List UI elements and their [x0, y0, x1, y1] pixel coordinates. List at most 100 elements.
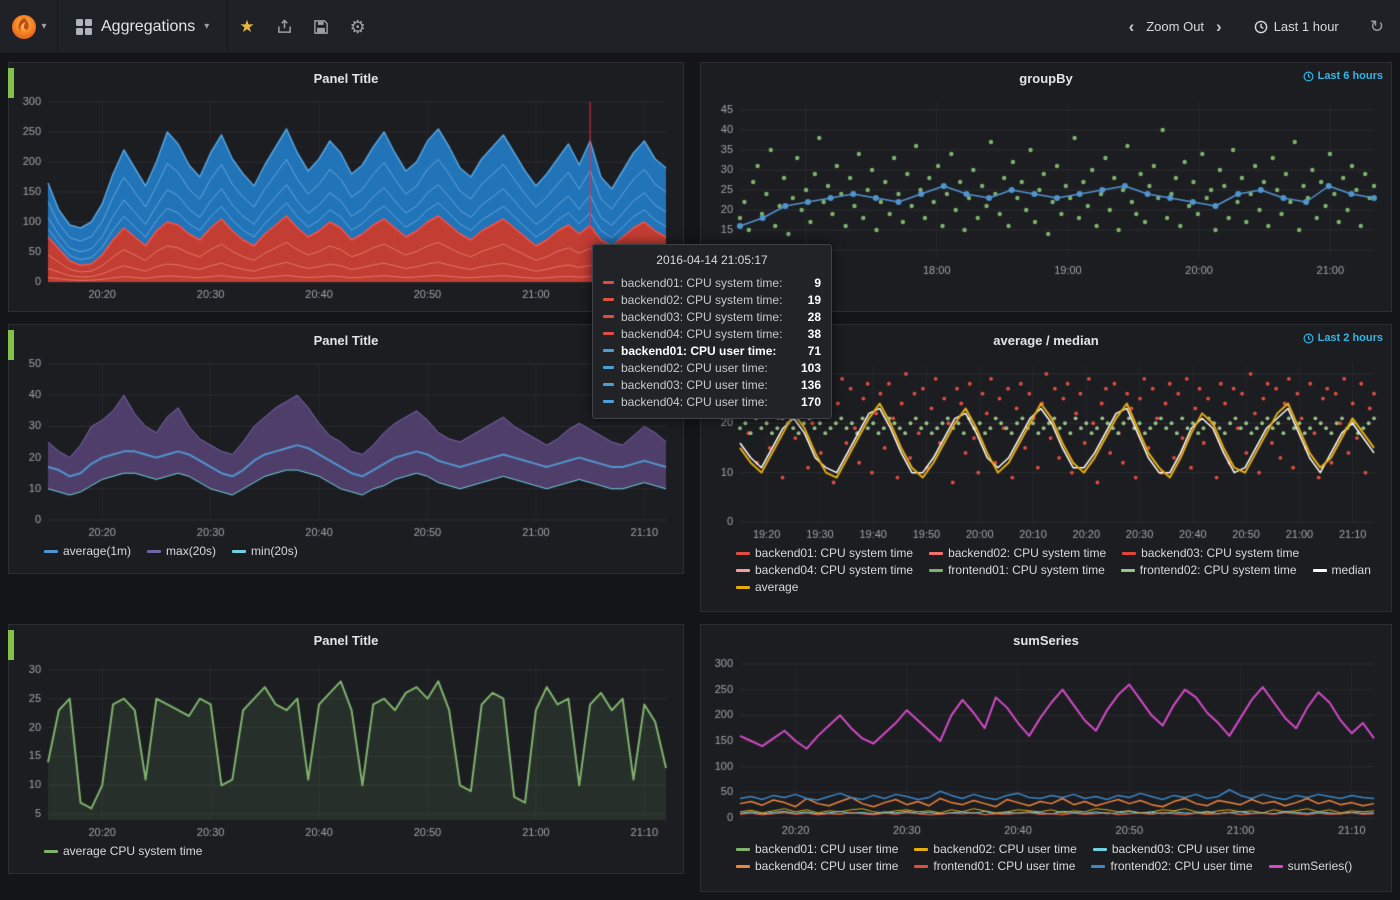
- legend-series-label: frontend01: CPU system time: [948, 563, 1105, 577]
- grafana-logo-icon: [10, 13, 38, 41]
- graph-canvas[interactable]: [14, 654, 678, 842]
- graph-tooltip: 2016-04-14 21:05:17 backend01: CPU syste…: [592, 244, 832, 419]
- grafana-logo-button[interactable]: ▾: [0, 0, 58, 53]
- legend-item[interactable]: backend01: CPU system time: [736, 546, 913, 560]
- legend-item[interactable]: median: [1313, 563, 1371, 577]
- legend-series-swatch: [736, 569, 750, 572]
- legend: average CPU system time: [14, 842, 678, 858]
- clock-icon: [1303, 333, 1314, 344]
- gear-icon[interactable]: ⚙: [350, 18, 366, 36]
- legend: backend01: CPU user time backend02: CPU u…: [706, 840, 1386, 873]
- legend-item[interactable]: backend03: CPU system time: [1122, 546, 1299, 560]
- legend-series-swatch: [929, 569, 943, 572]
- tooltip-row: backend02: CPU system time: 19: [603, 291, 821, 308]
- legend-item[interactable]: average: [736, 580, 798, 594]
- tooltip-series-label: backend02: CPU system time:: [621, 293, 788, 307]
- tooltip-rows: backend01: CPU system time:9backend02: C…: [603, 274, 821, 410]
- legend-series-label: backend02: CPU user time: [933, 842, 1076, 856]
- legend-series-label: backend04: CPU user time: [755, 859, 898, 873]
- tooltip-row: backend04: CPU system time:38: [603, 325, 821, 342]
- series-swatch: [603, 298, 614, 301]
- legend-series-swatch: [232, 550, 246, 553]
- tooltip-row: backend03: CPU user time:136: [603, 376, 821, 393]
- legend-item[interactable]: backend04: CPU user time: [736, 859, 898, 873]
- legend-series-swatch: [929, 552, 943, 555]
- time-picker-button[interactable]: Last 1 hour: [1248, 18, 1345, 35]
- panel-title[interactable]: Panel Title: [14, 68, 678, 92]
- dashboard-title: Aggregations: [101, 18, 195, 36]
- panel-title[interactable]: Panel Title: [14, 330, 678, 354]
- legend: average(1m) max(20s) min(20s): [14, 542, 678, 558]
- legend-series-label: backend03: CPU user time: [1112, 842, 1255, 856]
- tooltip-series-value: 19: [795, 293, 821, 307]
- legend-series-swatch: [914, 848, 928, 851]
- dashboard-picker[interactable]: Aggregations ▾: [58, 0, 228, 53]
- dashboard-grid-icon: [76, 19, 92, 35]
- legend-series-swatch: [914, 865, 928, 868]
- zoom-out-button[interactable]: Zoom Out: [1146, 19, 1204, 34]
- graph-canvas[interactable]: [14, 92, 678, 304]
- row-collapse-handle[interactable]: [8, 630, 14, 660]
- panel-sumseries: sumSeries backend01: CPU user timebacken…: [700, 624, 1392, 892]
- legend-series-label: backend01: CPU user time: [755, 842, 898, 856]
- star-icon[interactable]: ★: [239, 18, 254, 35]
- dashboard-grid: Panel Title groupBy Last 6 hours grouped…: [0, 54, 1400, 900]
- legend-series-label: backend02: CPU system time: [948, 546, 1106, 560]
- legend-item[interactable]: frontend02: CPU system time: [1121, 563, 1297, 577]
- legend-series-swatch: [736, 848, 750, 851]
- share-icon[interactable]: [277, 19, 292, 34]
- legend-item[interactable]: max(20s): [147, 544, 216, 558]
- legend-series-label: frontend01: CPU user time: [933, 859, 1075, 873]
- chevron-left-icon[interactable]: ‹: [1123, 16, 1141, 38]
- tooltip-series-label: backend04: CPU user time:: [621, 395, 788, 409]
- legend-series-label: backend03: CPU system time: [1141, 546, 1299, 560]
- panel-cpu-stacked: Panel Title: [8, 62, 684, 312]
- legend-item[interactable]: average CPU system time: [44, 844, 202, 858]
- legend-series-swatch: [736, 552, 750, 555]
- tooltip-row: backend03: CPU system time: 28: [603, 308, 821, 325]
- legend-item[interactable]: backend02: CPU system time: [929, 546, 1106, 560]
- legend-item[interactable]: backend02: CPU user time: [914, 842, 1076, 856]
- legend-series-label: average: [755, 580, 798, 594]
- row-collapse-handle[interactable]: [8, 68, 14, 98]
- chevron-right-icon[interactable]: ›: [1210, 16, 1228, 38]
- legend-series-swatch: [1269, 865, 1283, 868]
- refresh-icon[interactable]: ↻: [1370, 18, 1384, 35]
- legend-series-swatch: [147, 550, 161, 553]
- legend-item[interactable]: average(1m): [44, 544, 131, 558]
- navbar: ▾ Aggregations ▾ ★ ⚙ ‹ Zoom Out › Last 1…: [0, 0, 1400, 54]
- save-icon[interactable]: [314, 20, 328, 34]
- legend-item[interactable]: min(20s): [232, 544, 298, 558]
- tooltip-series-label: backend03: CPU system time:: [621, 310, 788, 324]
- legend-series-swatch: [1122, 552, 1136, 555]
- dashboard-row-3: Panel Title average CPU system time sumS…: [8, 624, 1392, 892]
- legend-item[interactable]: sumSeries(): [1269, 859, 1353, 873]
- panel-title[interactable]: groupBy: [706, 68, 1386, 92]
- panel-avg-max-min: Panel Title average(1m) max(20s) min(20s): [8, 324, 684, 574]
- graph-canvas[interactable]: [14, 354, 678, 542]
- legend-item[interactable]: frontend01: CPU user time: [914, 859, 1075, 873]
- time-override-badge[interactable]: Last 2 hours: [1303, 332, 1383, 344]
- tooltip-series-value: 103: [795, 361, 821, 375]
- row-collapse-handle[interactable]: [8, 330, 14, 360]
- panel-title[interactable]: sumSeries: [706, 630, 1386, 654]
- legend-series-label: median: [1332, 563, 1371, 577]
- panel-title[interactable]: Panel Title: [14, 630, 678, 654]
- time-override-badge[interactable]: Last 6 hours: [1303, 70, 1383, 82]
- legend-item[interactable]: backend03: CPU user time: [1093, 842, 1255, 856]
- graph-canvas[interactable]: [706, 654, 1386, 840]
- time-override-label: Last 2 hours: [1318, 332, 1383, 344]
- legend-item[interactable]: frontend01: CPU system time: [929, 563, 1105, 577]
- legend-item[interactable]: backend04: CPU system time: [736, 563, 913, 577]
- tooltip-series-value: 28: [795, 310, 821, 324]
- legend-series-swatch: [44, 850, 58, 853]
- series-swatch: [603, 315, 614, 318]
- legend-item[interactable]: backend01: CPU user time: [736, 842, 898, 856]
- tooltip-series-label: backend03: CPU user time:: [621, 378, 788, 392]
- series-swatch: [603, 383, 614, 386]
- tooltip-series-value: 170: [795, 395, 821, 409]
- legend-item[interactable]: frontend02: CPU user time: [1091, 859, 1252, 873]
- series-swatch: [603, 281, 614, 284]
- time-range-label: Last 1 hour: [1274, 19, 1339, 34]
- legend-series-label: min(20s): [251, 544, 298, 558]
